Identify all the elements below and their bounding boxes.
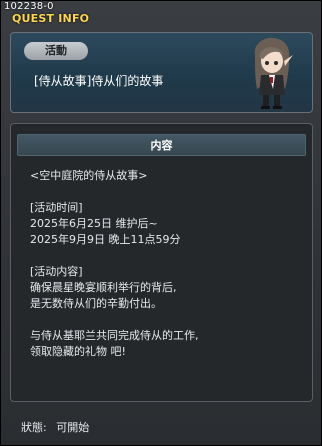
- title-bar[interactable]: 102238-0 QUEST INFO: [1, 1, 321, 25]
- quest-description[interactable]: <空中庭院的侍从故事> [活动时间] 2025年6月25日 维护后~ 2025年…: [30, 168, 300, 360]
- status-value: 可開始: [56, 421, 90, 434]
- description-line: [活动时间]: [30, 201, 83, 214]
- description-line: 2025年6月25日 维护后~: [30, 217, 158, 230]
- description-line: [30, 248, 300, 264]
- quest-name: [侍从故事]侍从们的故事: [34, 74, 164, 88]
- category-badge: 活動: [24, 42, 88, 60]
- description-line: 确保晨星晚宴顺利举行的背后,: [30, 281, 177, 294]
- description-line: [30, 312, 300, 328]
- quest-status: 狀態: 可開始: [21, 419, 95, 435]
- description-line: [30, 184, 300, 200]
- quest-header-panel: 活動 [侍从故事]侍从们的故事: [10, 32, 313, 113]
- description-line: <空中庭院的侍从故事>: [30, 169, 148, 182]
- quest-id: 102238-0: [4, 1, 54, 12]
- status-label: 狀態:: [21, 421, 47, 434]
- window-title: QUEST INFO: [12, 12, 90, 25]
- description-line: 领取隐藏的礼物 吧!: [30, 345, 126, 358]
- description-line: [活动内容]: [30, 265, 83, 278]
- description-line: 2025年9月9日 晚上11点59分: [30, 233, 181, 246]
- quest-info-window: 102238-0 QUEST INFO 活動 [侍从故事]侍从们的故事 内容 <…: [0, 0, 322, 446]
- section-header: 内容: [17, 134, 306, 156]
- description-line: 与侍从基耶兰共同完成侍从的工作,: [30, 329, 199, 342]
- description-line: 是无数侍从们的辛勤付出。: [30, 297, 162, 310]
- quest-content-panel: 内容 <空中庭院的侍从故事> [活动时间] 2025年6月25日 维护后~ 20…: [10, 123, 313, 402]
- npc-portrait-icon: [254, 37, 293, 109]
